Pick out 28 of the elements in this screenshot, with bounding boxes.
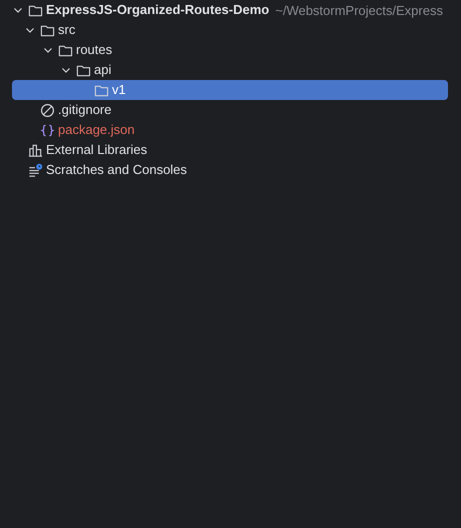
item-label: Scratches and Consoles <box>46 161 187 179</box>
item-label: v1 <box>112 81 126 99</box>
braces-icon <box>40 122 55 138</box>
item-label: api <box>94 61 112 79</box>
folder-icon <box>76 62 91 78</box>
folder-icon <box>58 42 73 58</box>
tree-row[interactable]: v1 <box>12 80 448 100</box>
tree-row[interactable]: package.json <box>12 120 448 140</box>
tree-row[interactable]: External Libraries <box>12 140 448 160</box>
lines-clock-icon <box>28 162 43 178</box>
tree-row[interactable]: Scratches and Consoles <box>12 160 448 180</box>
tree-row[interactable]: src <box>12 20 448 40</box>
tree-row[interactable]: api <box>12 60 448 80</box>
item-label: package.json <box>58 121 135 139</box>
bar-chart-icon <box>28 142 43 158</box>
prohibited-circle-icon <box>40 102 55 118</box>
folder-icon <box>28 2 43 18</box>
tree-row[interactable]: ExpressJS-Organized-Routes-Demo ~/WebstormProjects/Express <box>12 0 448 20</box>
folder-icon <box>94 82 109 98</box>
tree-row[interactable]: .gitignore <box>12 100 448 120</box>
item-label: .gitignore <box>58 101 112 119</box>
item-label: routes <box>76 41 112 59</box>
project-path: ~/WebstormProjects/Express <box>275 2 443 18</box>
item-label: External Libraries <box>46 141 148 159</box>
tree-row[interactable]: routes <box>12 40 448 60</box>
item-label: ExpressJS-Organized-Routes-Demo <box>46 1 270 19</box>
item-label: src <box>58 21 76 39</box>
folder-icon <box>40 22 55 38</box>
